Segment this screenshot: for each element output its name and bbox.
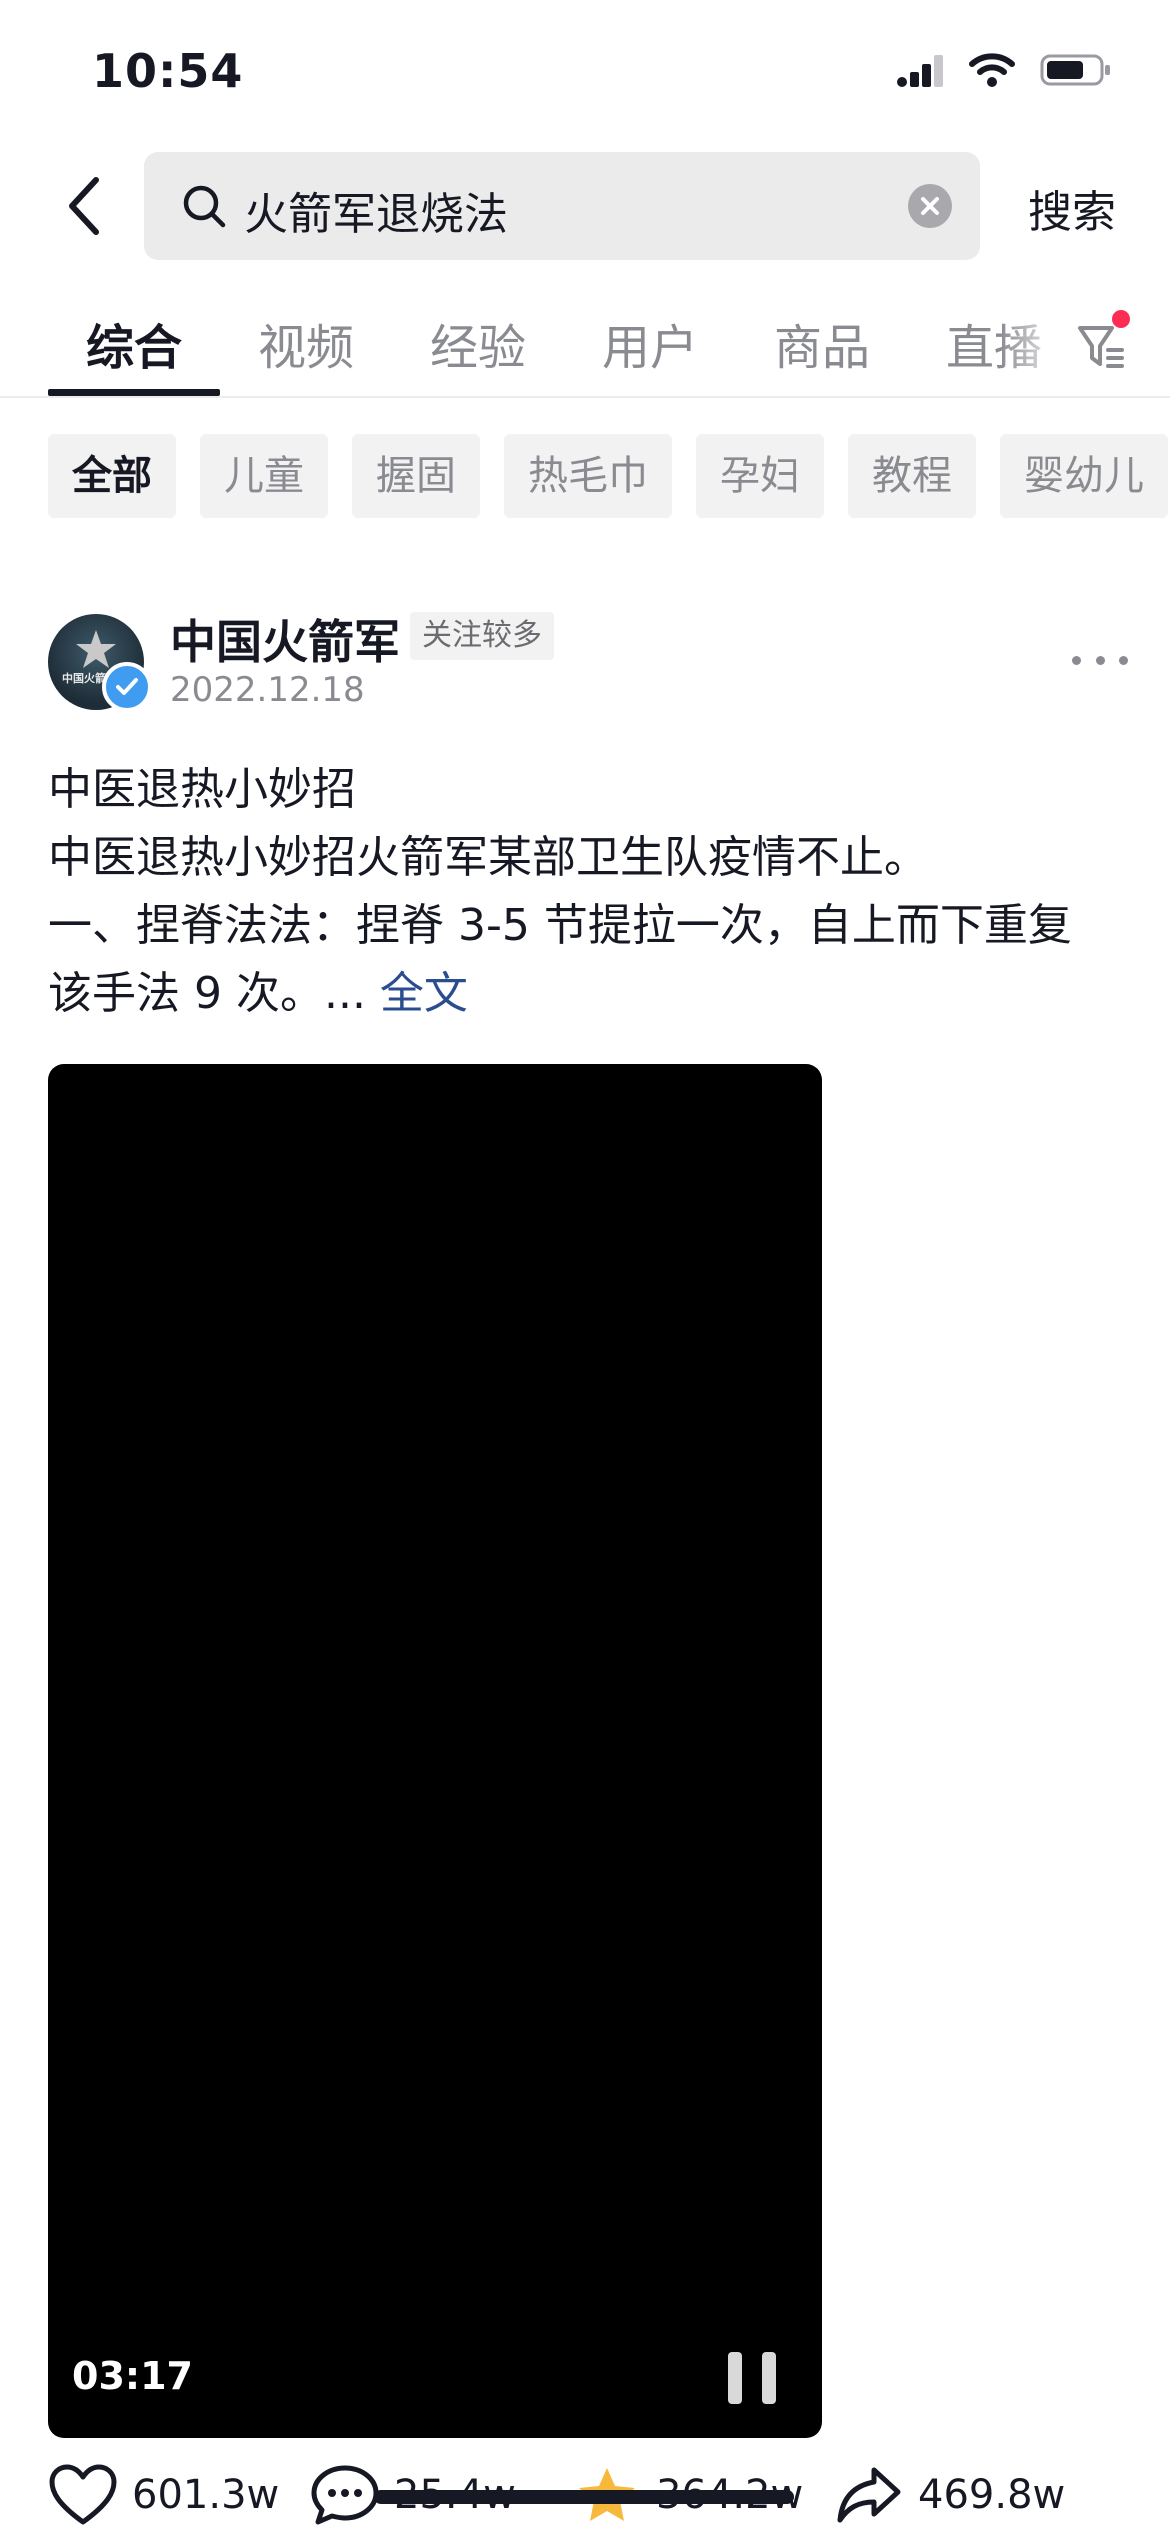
chip-pregnant[interactable]: 孕妇 (696, 434, 824, 518)
clear-search-button[interactable] (908, 184, 952, 228)
post-text-line: 一、捏脊法法：捏脊 3-5 节提拉一次，自上而下重复 (48, 900, 1072, 951)
back-button[interactable] (52, 174, 116, 238)
dot-icon (1072, 655, 1081, 665)
star-emblem-icon (76, 630, 116, 668)
post-text-line: 中医退热小妙招 (48, 764, 356, 815)
verified-badge (102, 662, 152, 712)
tab-all[interactable]: 综合 (86, 308, 182, 378)
author-name[interactable]: 中国火箭军 (170, 606, 400, 672)
more-options-button[interactable] (1072, 648, 1128, 672)
chip-children[interactable]: 儿童 (200, 434, 328, 518)
post-author-row: 中国火箭军 中国火箭军 关注较多 2022.12.18 (48, 606, 1128, 716)
home-indicator[interactable] (374, 2490, 794, 2504)
wifi-icon (968, 52, 1016, 92)
battery-icon (1040, 52, 1112, 92)
like-button[interactable]: 601.3w (48, 2464, 279, 2526)
expand-full-text-link[interactable]: 全文 (380, 968, 468, 1019)
chip-hot-towel[interactable]: 热毛巾 (504, 434, 672, 518)
chip-grip[interactable]: 握固 (352, 434, 480, 518)
like-count: 601.3w (132, 2472, 280, 2518)
filter-chips: 全部 儿童 握固 热毛巾 孕妇 教程 婴幼儿 (48, 434, 1170, 518)
result-tabs: 综合 视频 经验 用户 商品 直播 (0, 296, 1170, 398)
tab-video[interactable]: 视频 (258, 308, 354, 378)
search-header: 火箭军退烧法 搜索 (0, 150, 1170, 262)
tab-experience[interactable]: 经验 (430, 308, 526, 378)
active-tab-indicator (48, 389, 220, 396)
chip-all[interactable]: 全部 (48, 434, 176, 518)
video-player[interactable]: 03:17 (48, 1064, 822, 2438)
pause-bar-icon (728, 2352, 742, 2404)
tab-products[interactable]: 商品 (774, 308, 870, 378)
post-description[interactable]: 中医退热小妙招 中医退热小妙招火箭军某部卫生队疫情不止。 一、捏脊法法：捏脊 3… (48, 756, 1128, 1028)
checkmark-icon (116, 678, 138, 695)
dot-icon (1095, 655, 1105, 665)
status-time: 10:54 (92, 44, 244, 98)
search-button[interactable]: 搜索 (1028, 176, 1116, 240)
post-date: 2022.12.18 (170, 670, 365, 710)
comment-icon (311, 2465, 379, 2525)
search-icon (183, 185, 226, 228)
search-query-text: 火箭军退烧法 (244, 189, 508, 240)
post-text-line-last: 该手法 9 次。... 全文 (48, 960, 1128, 1028)
tab-users[interactable]: 用户 (602, 308, 698, 378)
author-tag: 关注较多 (410, 612, 554, 660)
post-text-line: 该手法 9 次。... (48, 968, 380, 1019)
search-results-page: 10:54 火箭军退烧法 搜索 综合 视频 经验 用户 商品 直播 全部 儿童 … (0, 0, 1170, 2532)
dot-icon (1119, 655, 1128, 665)
cellular-signal-icon (896, 52, 944, 92)
status-bar: 10:54 (0, 0, 1170, 140)
share-count: 469.8w (918, 2472, 1066, 2518)
status-icons (896, 52, 1112, 92)
share-icon (837, 2467, 901, 2523)
share-button[interactable]: 469.8w (834, 2464, 1065, 2526)
search-input[interactable]: 火箭军退烧法 (144, 152, 980, 260)
post-text-line: 中医退热小妙招火箭军某部卫生队疫情不止。 (48, 832, 928, 883)
close-icon (921, 197, 939, 215)
chevron-left-icon (69, 177, 99, 235)
chip-tutorial[interactable]: 教程 (848, 434, 976, 518)
filter-button[interactable] (1068, 310, 1140, 382)
pause-button[interactable] (728, 2352, 776, 2404)
notification-dot (1112, 310, 1130, 328)
heart-icon (49, 2464, 117, 2525)
chip-infant[interactable]: 婴幼儿 (1000, 434, 1168, 518)
video-duration: 03:17 (72, 2354, 193, 2398)
pause-bar-icon (762, 2352, 776, 2404)
